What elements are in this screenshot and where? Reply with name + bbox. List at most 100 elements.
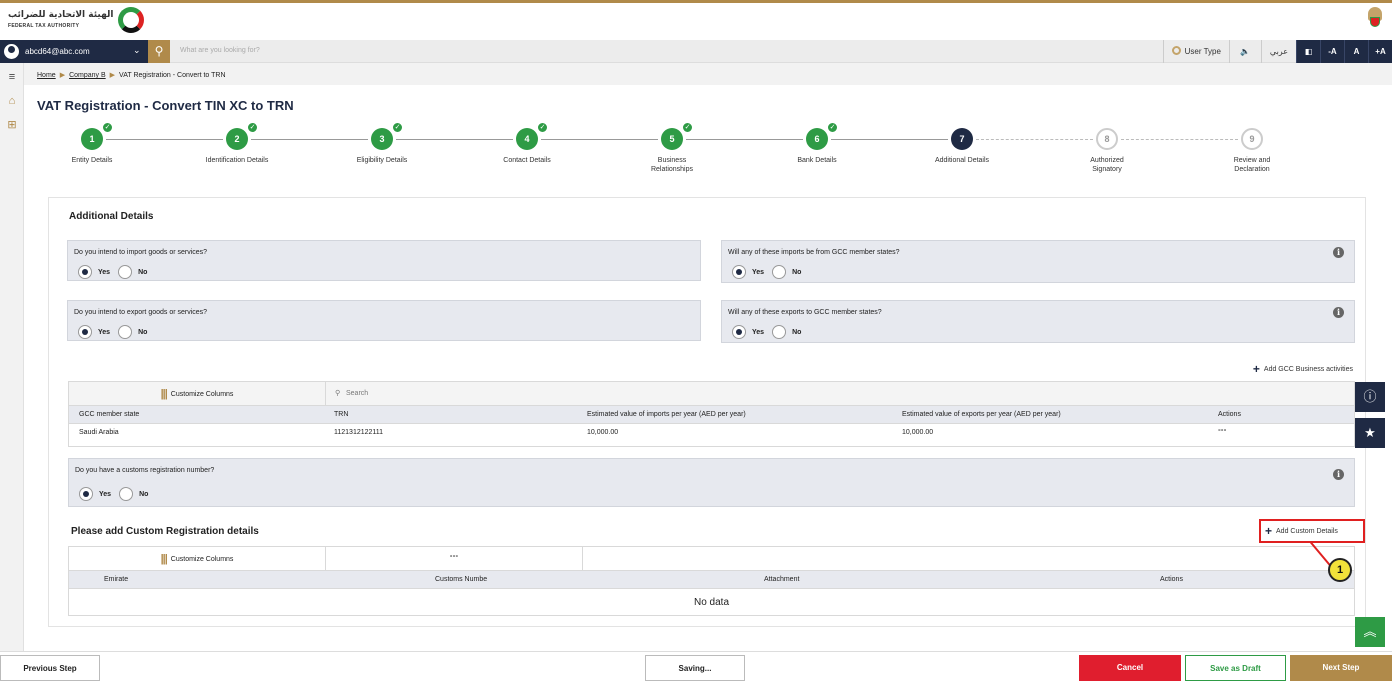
step-9[interactable]: 9 Review and Declaration <box>1197 128 1307 174</box>
info-float-icon[interactable]: ⓘ <box>1355 382 1385 412</box>
more-options-button[interactable]: °°° <box>326 547 583 571</box>
step-circle: 1 ✓ <box>81 122 113 150</box>
export-gcc-question: Will any of these exports to GCC member … <box>721 300 1355 343</box>
breadcrumb: Home ▶ Company B ▶ VAT Registration - Conver… <box>37 72 226 79</box>
cancel-button[interactable]: Cancel <box>1079 655 1181 681</box>
logo-english: FEDERAL TAX AUTHORITY <box>8 23 80 29</box>
check-icon: ✓ <box>682 122 693 133</box>
check-icon: ✓ <box>392 122 403 133</box>
star-icon[interactable]: ★ <box>1355 418 1385 448</box>
step-label: Authorized Signatory <box>1090 157 1124 173</box>
customs-question: Do you have a customs registration numbe… <box>68 458 1355 507</box>
next-step-button[interactable]: Next Step <box>1290 655 1392 681</box>
contrast-icon[interactable]: ◧ <box>1296 40 1320 63</box>
customize-columns-button[interactable]: ||| Customize Columns <box>69 382 326 406</box>
row-actions-button[interactable]: °°° <box>1218 429 1226 436</box>
footer-bar: Previous Step Saving... Cancel Save as D… <box>0 651 1392 683</box>
user-email: abcd64@abc.com <box>25 47 90 56</box>
search-icon: ⚲ <box>335 390 341 397</box>
user-avatar-icon <box>4 44 19 59</box>
info-icon[interactable]: i <box>1333 469 1344 480</box>
saving-button[interactable]: Saving... <box>645 655 745 681</box>
step-circle: 8 <box>1096 128 1118 150</box>
grid-icon[interactable]: ⊞ <box>6 119 18 131</box>
step-circle: 9 <box>1241 128 1263 150</box>
import-gcc-question: Will any of these imports be from GCC me… <box>721 240 1355 283</box>
step-label: Additional Details <box>934 157 990 164</box>
step-7[interactable]: 7 Additional Details <box>907 128 1017 165</box>
table-search-input[interactable]: ⚲ Search <box>335 382 368 406</box>
customs-yes-radio[interactable] <box>79 487 93 501</box>
step-1[interactable]: 1 ✓ Entity Details <box>37 122 147 165</box>
import-question: Do you intend to import goods or service… <box>67 240 701 281</box>
section-title: Additional Details <box>69 211 154 222</box>
speaker-icon[interactable]: 🔈 <box>1228 40 1261 63</box>
step-5[interactable]: 5 ✓ Business Relationships <box>617 122 727 174</box>
customs-no-radio[interactable] <box>119 487 134 501</box>
language-toggle[interactable]: عربي <box>1260 40 1296 63</box>
hamburger-menu-icon[interactable]: ≡ <box>6 71 18 83</box>
scroll-top-icon[interactable]: ︽ <box>1355 617 1385 647</box>
import-gcc-no-radio[interactable] <box>772 265 787 279</box>
import-no-radio[interactable] <box>118 265 133 279</box>
step-circle: 7 <box>951 128 973 150</box>
check-icon: ✓ <box>102 122 113 133</box>
step-label: Identification Details <box>205 157 269 164</box>
home-icon[interactable]: ⌂ <box>6 95 18 107</box>
save-draft-button[interactable]: Save as Draft <box>1185 655 1286 681</box>
callout-badge: 1 <box>1328 558 1352 582</box>
font-increase-button[interactable]: +A <box>1368 40 1392 63</box>
fta-logo[interactable]: الهيئة الاتحادية للضرائب FEDERAL TAX AUT… <box>8 7 148 35</box>
empty-row: No data <box>693 597 730 608</box>
step-circle: 3 ✓ <box>371 122 403 150</box>
search-input[interactable]: What are you looking for? <box>180 47 260 54</box>
breadcrumb-home[interactable]: Home <box>37 72 56 79</box>
info-icon[interactable]: i <box>1333 247 1344 258</box>
left-sidebar: ≡ ⌂ ⊞ <box>0 63 24 683</box>
user-menu[interactable]: abcd64@abc.com ⌄ <box>0 40 148 63</box>
step-8[interactable]: 8 Authorized Signatory <box>1052 128 1162 174</box>
breadcrumb-company[interactable]: Company B <box>69 72 106 79</box>
highlight-box <box>1259 519 1365 543</box>
check-icon: ✓ <box>537 122 548 133</box>
step-circle: 6 ✓ <box>806 122 838 150</box>
step-label: Business Relationships <box>650 157 694 173</box>
info-icon[interactable]: i <box>1333 307 1344 318</box>
user-type-button[interactable]: User Type <box>1162 40 1229 63</box>
breadcrumb-bar: Home ▶ Company B ▶ VAT Registration - Conver… <box>0 63 1392 85</box>
previous-step-button[interactable]: Previous Step <box>0 655 100 681</box>
user-type-icon <box>1171 46 1181 55</box>
progress-stepper: 1 ✓ Entity Details 2 ✓ Identification Details… <box>37 122 1337 178</box>
additional-details-card: Additional Details Do you intend to impo… <box>48 197 1366 627</box>
search-icon[interactable]: ⚲ <box>148 40 170 63</box>
custom-details-title: Please add Custom Registration details <box>71 526 259 537</box>
font-decrease-button[interactable]: -A <box>1320 40 1344 63</box>
step-6[interactable]: 6 ✓ Bank Details <box>762 122 872 165</box>
export-no-radio[interactable] <box>118 325 133 339</box>
uae-emblem-icon <box>1364 5 1386 31</box>
check-icon: ✓ <box>247 122 258 133</box>
step-circle: 5 ✓ <box>661 122 693 150</box>
export-yes-radio[interactable] <box>78 325 92 339</box>
table-row: Saudi Arabia 1121312122111 10,000.00 10,… <box>79 429 1227 436</box>
customize-columns-button[interactable]: ||| Customize Columns <box>69 547 326 571</box>
step-label: Entity Details <box>71 157 113 164</box>
step-4[interactable]: 4 ✓ Contact Details <box>472 122 582 165</box>
step-3[interactable]: 3 ✓ Eligibility Details <box>327 122 437 165</box>
step-circle: 4 ✓ <box>516 122 548 150</box>
check-icon: ✓ <box>827 122 838 133</box>
step-label: Contact Details <box>503 157 551 164</box>
chevron-down-icon: ⌄ <box>133 45 141 55</box>
import-gcc-yes-radio[interactable] <box>732 265 746 279</box>
add-gcc-activities-link[interactable]: + Add GCC Business activities <box>1253 362 1353 376</box>
table-header: Emirate Customs Numbe Attachment Actions <box>69 571 1354 589</box>
export-gcc-yes-radio[interactable] <box>732 325 746 339</box>
export-question: Do you intend to export goods or service… <box>67 300 701 341</box>
import-yes-radio[interactable] <box>78 265 92 279</box>
font-reset-button[interactable]: A <box>1344 40 1368 63</box>
breadcrumb-current: VAT Registration - Convert to TRN <box>119 72 226 79</box>
step-2[interactable]: 2 ✓ Identification Details <box>182 122 292 165</box>
export-gcc-no-radio[interactable] <box>772 325 787 339</box>
page-title: VAT Registration - Convert TIN XC to TRN <box>37 98 294 113</box>
step-label: Review and Declaration <box>1233 157 1271 173</box>
